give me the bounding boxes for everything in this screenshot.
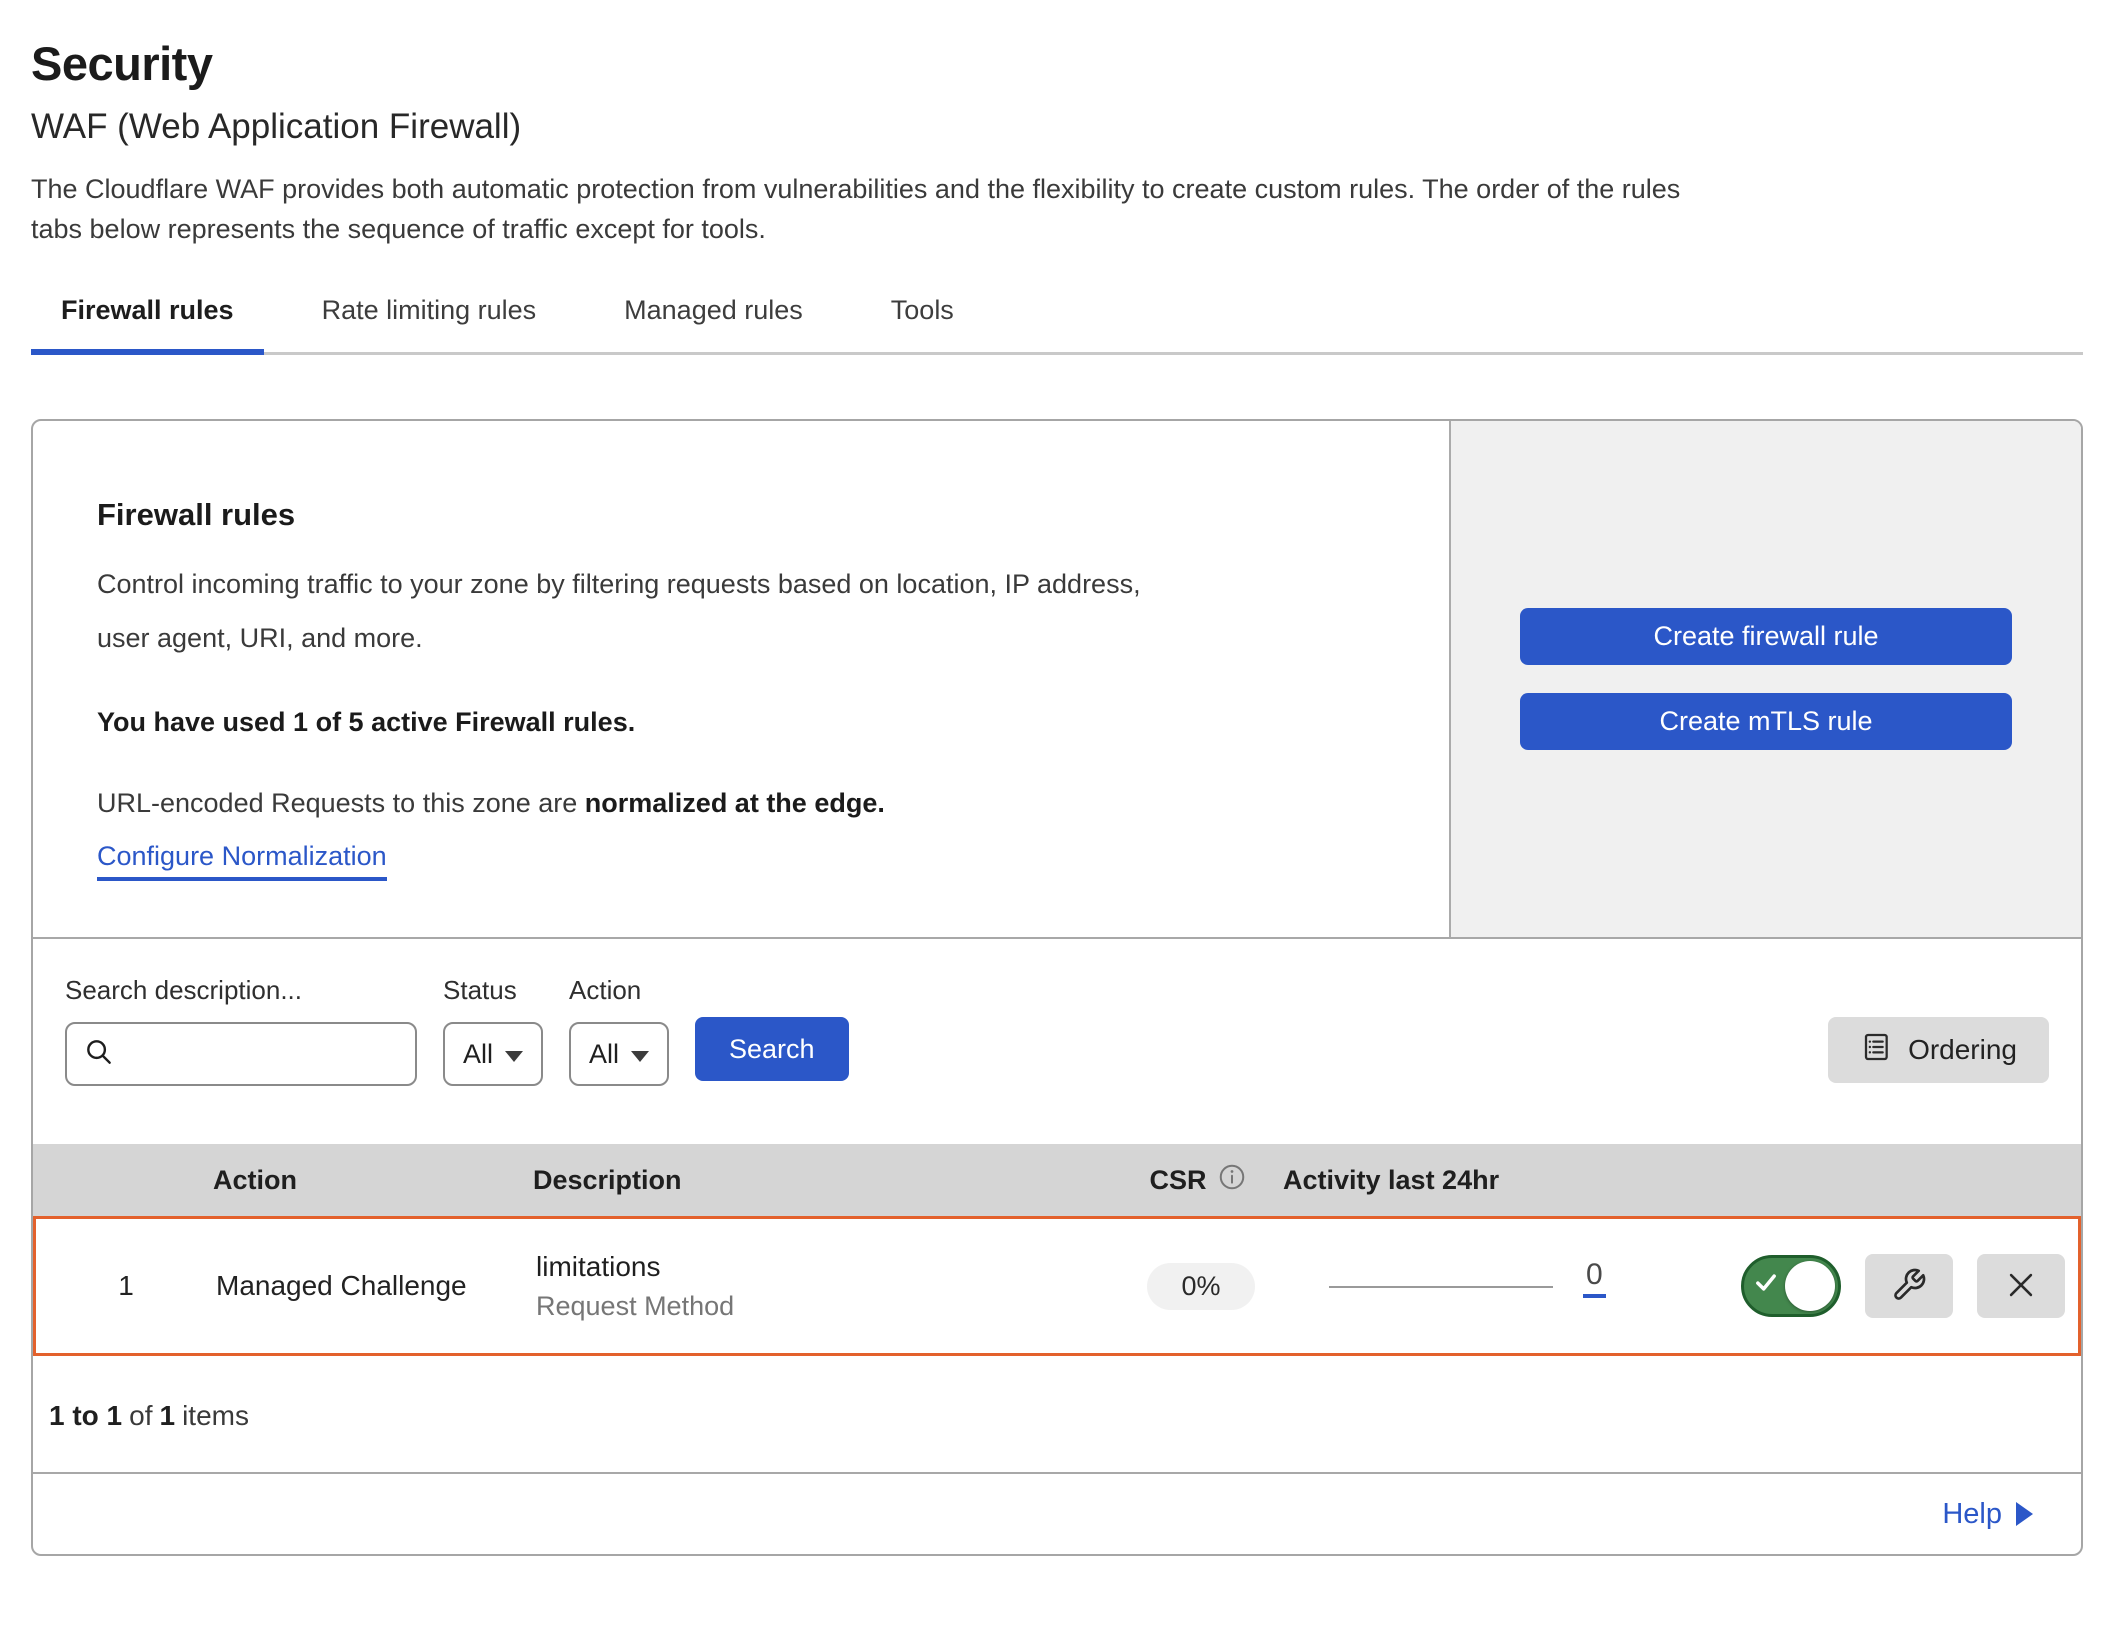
pagination-summary: 1 to 1of 1items [33, 1356, 2081, 1474]
card-footer: Help [33, 1474, 2081, 1554]
rule-description-title: limitations [536, 1251, 1116, 1283]
normalization-text-bold: normalized at the edge. [585, 788, 885, 818]
description-column-header: Description [533, 1165, 1113, 1196]
items-total: 1 [160, 1400, 176, 1431]
rules-table-header: Action Description CSR Activity last 24h… [33, 1144, 2081, 1216]
search-button[interactable]: Search [695, 1017, 849, 1081]
action-column-header: Action [213, 1165, 533, 1196]
action-label: Action [569, 975, 669, 1006]
configure-normalization-link[interactable]: Configure Normalization [97, 841, 387, 881]
panel-description: Control incoming traffic to your zone by… [97, 557, 1379, 665]
info-icon[interactable] [1217, 1162, 1247, 1199]
firewall-rules-overview: Firewall rules Control incoming traffic … [33, 421, 2081, 937]
activity-sparkline [1329, 1286, 1553, 1288]
search-input[interactable] [115, 1024, 415, 1084]
close-icon [2004, 1268, 2038, 1305]
firewall-rule-row: 1 Managed Challenge limitations Request … [33, 1216, 2081, 1356]
tab-managed-rules[interactable]: Managed rules [594, 295, 833, 352]
action-filter-group: Action All [569, 975, 669, 1086]
tab-rate-limiting-rules[interactable]: Rate limiting rules [292, 295, 567, 352]
status-selected-value: All [463, 1039, 493, 1070]
status-select[interactable]: All [443, 1022, 543, 1086]
chevron-down-icon [505, 1051, 523, 1062]
search-field[interactable] [65, 1022, 417, 1086]
ordering-button-label: Ordering [1908, 1034, 2017, 1066]
filter-bar: Search description... Status All [33, 937, 2081, 1144]
rule-action: Managed Challenge [216, 1270, 536, 1302]
firewall-rules-card: Firewall rules Control incoming traffic … [31, 419, 2083, 1556]
arrow-right-icon [2016, 1502, 2033, 1526]
status-filter-group: Status All [443, 975, 543, 1086]
rule-csr-cell: 0% [1116, 1263, 1286, 1310]
activity-column-header: Activity last 24hr [1283, 1165, 1723, 1196]
normalization-text: URL-encoded Requests to this zone are no… [97, 788, 1379, 819]
items-range: 1 to 1 [49, 1400, 122, 1431]
search-group: Search description... [65, 975, 417, 1086]
search-label: Search description... [65, 975, 417, 1006]
ordering-button[interactable]: Ordering [1828, 1017, 2049, 1083]
csr-header-label: CSR [1149, 1165, 1206, 1196]
rule-description: limitations Request Method [536, 1251, 1116, 1322]
check-icon [1752, 1269, 1780, 1304]
create-rule-actions: Create firewall rule Create mTLS rule [1449, 421, 2081, 937]
waf-tab-bar: Firewall rules Rate limiting rules Manag… [31, 295, 2083, 355]
tab-firewall-rules[interactable]: Firewall rules [31, 295, 264, 352]
help-link[interactable]: Help [1942, 1498, 2033, 1531]
help-link-label: Help [1942, 1498, 2002, 1531]
edit-rule-button[interactable] [1865, 1254, 1953, 1318]
normalization-text-normal: URL-encoded Requests to this zone are [97, 788, 585, 818]
csr-column-header: CSR [1113, 1162, 1283, 1199]
chevron-down-icon [631, 1051, 649, 1062]
activity-count-link[interactable]: 0 [1583, 1260, 1606, 1298]
tab-tools[interactable]: Tools [861, 295, 984, 352]
csr-badge: 0% [1147, 1263, 1254, 1310]
page-intro: The Cloudflare WAF provides both automat… [31, 169, 2083, 249]
security-waf-page: Security WAF (Web Application Firewall) … [0, 0, 2114, 1556]
firewall-rules-summary: Firewall rules Control incoming traffic … [33, 421, 1449, 937]
page-title: Security [31, 36, 2083, 91]
items-word: items [182, 1400, 249, 1431]
toggle-knob [1785, 1261, 1835, 1311]
create-mtls-rule-button[interactable]: Create mTLS rule [1520, 693, 2012, 750]
ordering-list-icon [1860, 1031, 1892, 1070]
create-firewall-rule-button[interactable]: Create firewall rule [1520, 608, 2012, 665]
delete-rule-button[interactable] [1977, 1254, 2065, 1318]
rule-enabled-toggle[interactable] [1741, 1255, 1841, 1317]
wrench-icon [1891, 1267, 1927, 1306]
action-selected-value: All [589, 1039, 619, 1070]
search-icon [83, 1036, 115, 1073]
usage-text: You have used 1 of 5 active Firewall rul… [97, 707, 1379, 738]
items-of: of [129, 1400, 152, 1431]
rule-activity-cell: 0 [1286, 1260, 1726, 1312]
rule-description-expression: Request Method [536, 1291, 1116, 1322]
rule-priority: 1 [36, 1270, 216, 1302]
status-label: Status [443, 975, 543, 1006]
rule-controls [1726, 1254, 2078, 1318]
page-subtitle: WAF (Web Application Firewall) [31, 107, 2083, 147]
panel-heading: Firewall rules [97, 497, 1379, 533]
action-select[interactable]: All [569, 1022, 669, 1086]
